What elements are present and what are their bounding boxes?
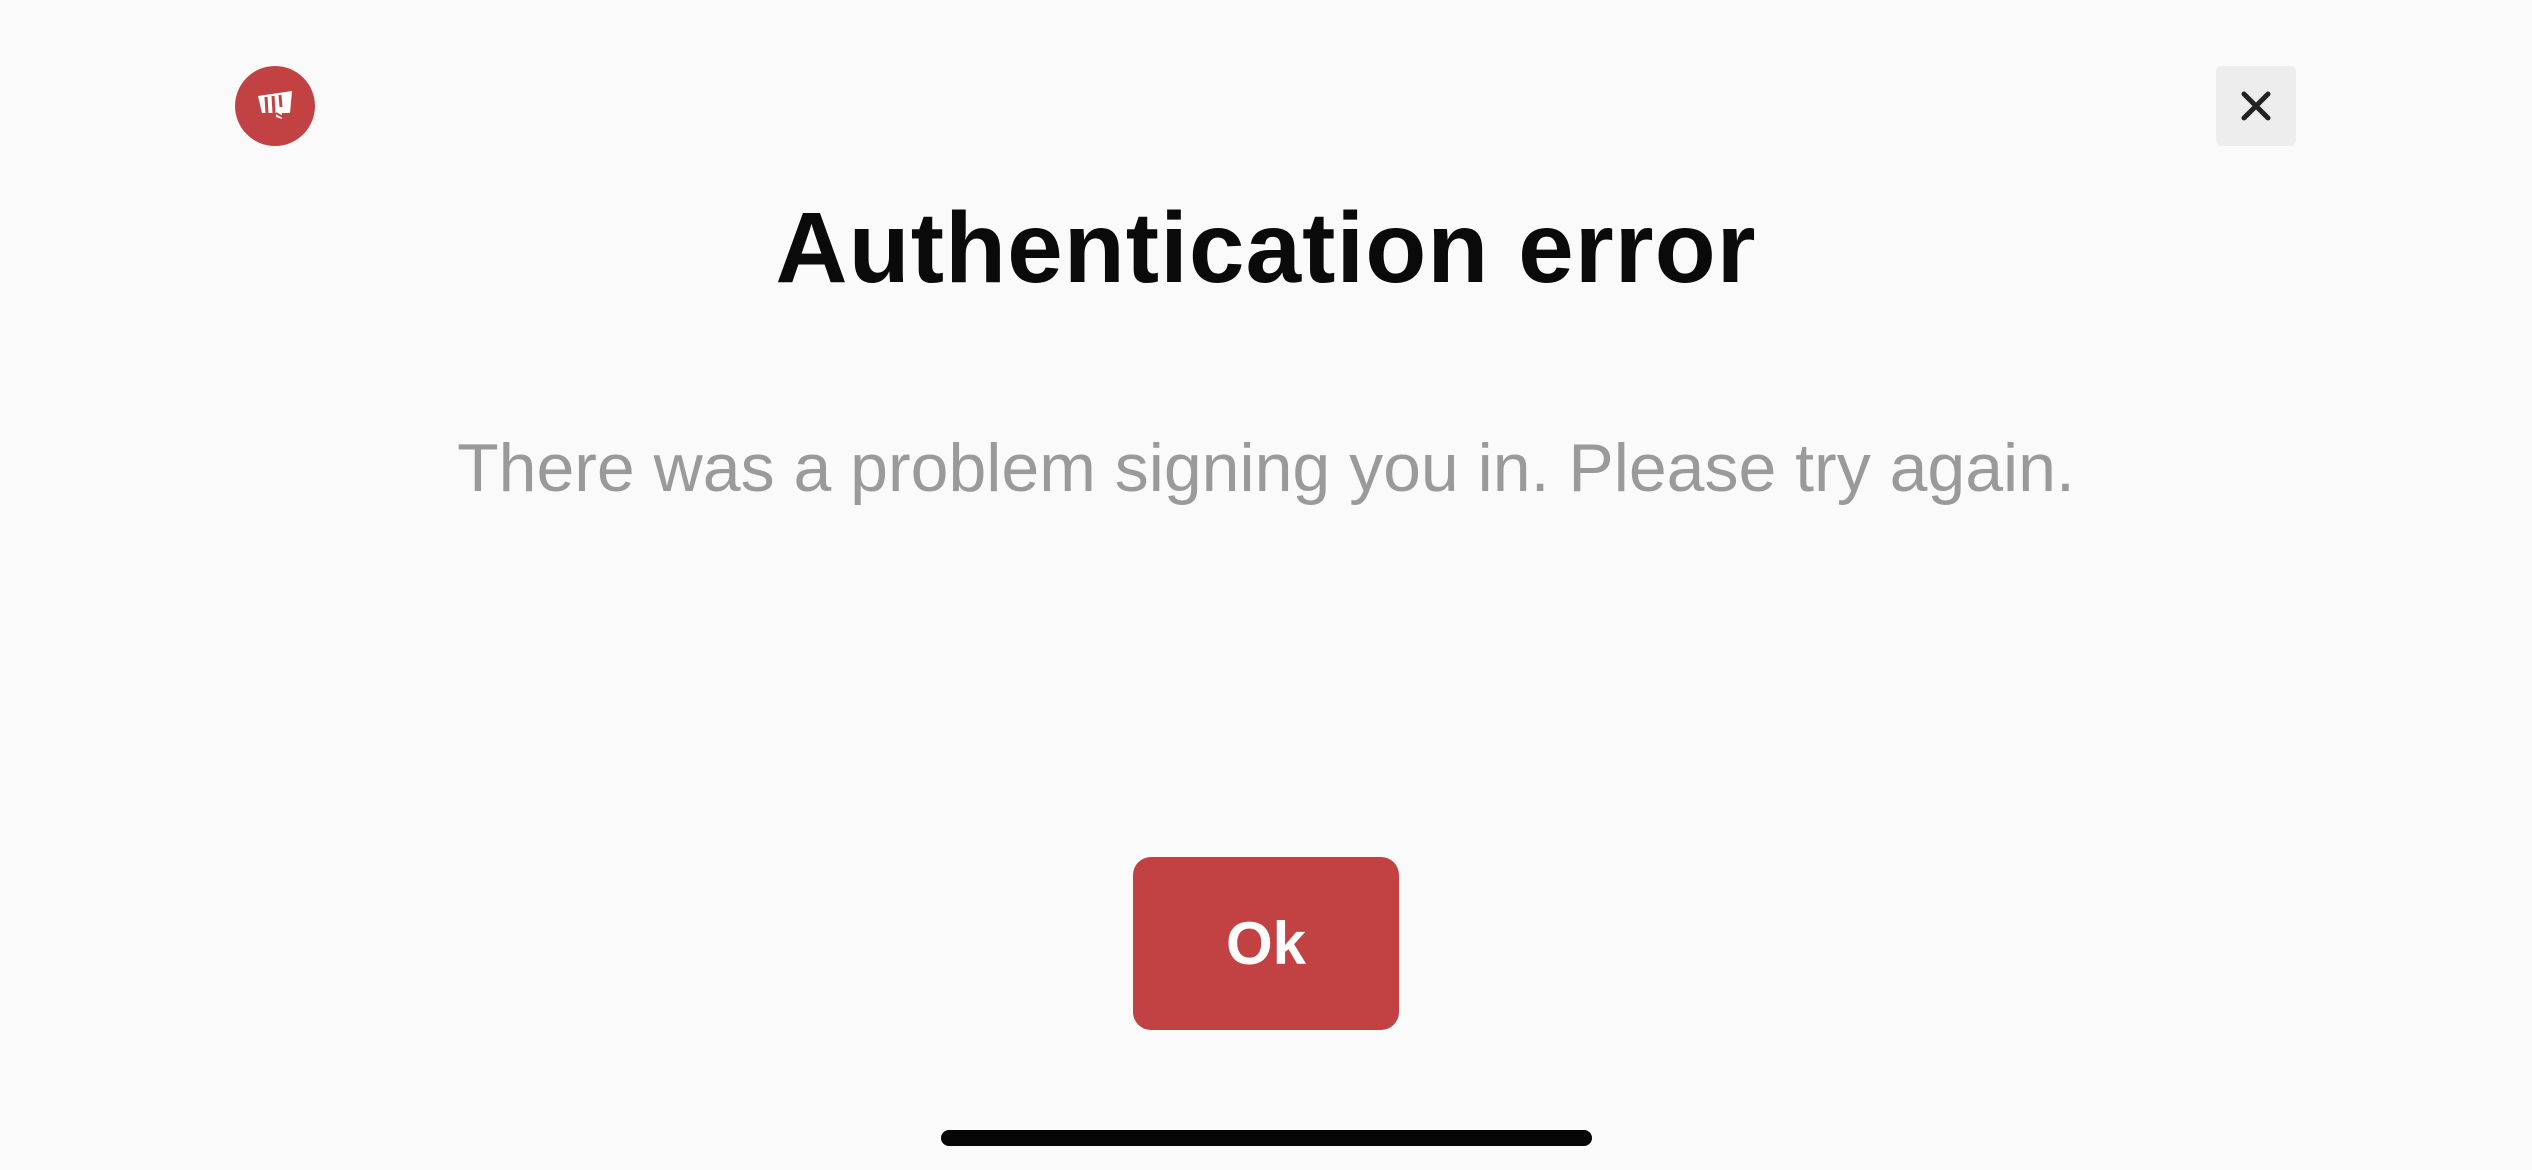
dialog-title: Authentication error: [775, 192, 1757, 304]
riot-fist-icon: [252, 83, 298, 129]
home-indicator[interactable]: [941, 1130, 1592, 1146]
close-icon: [2239, 89, 2273, 123]
close-button[interactable]: [2216, 66, 2296, 146]
auth-error-screen: Authentication error There was a problem…: [0, 0, 2532, 1170]
riot-logo: [235, 66, 315, 146]
ok-button[interactable]: Ok: [1133, 857, 1399, 1030]
dialog-message: There was a problem signing you in. Plea…: [457, 430, 2075, 506]
